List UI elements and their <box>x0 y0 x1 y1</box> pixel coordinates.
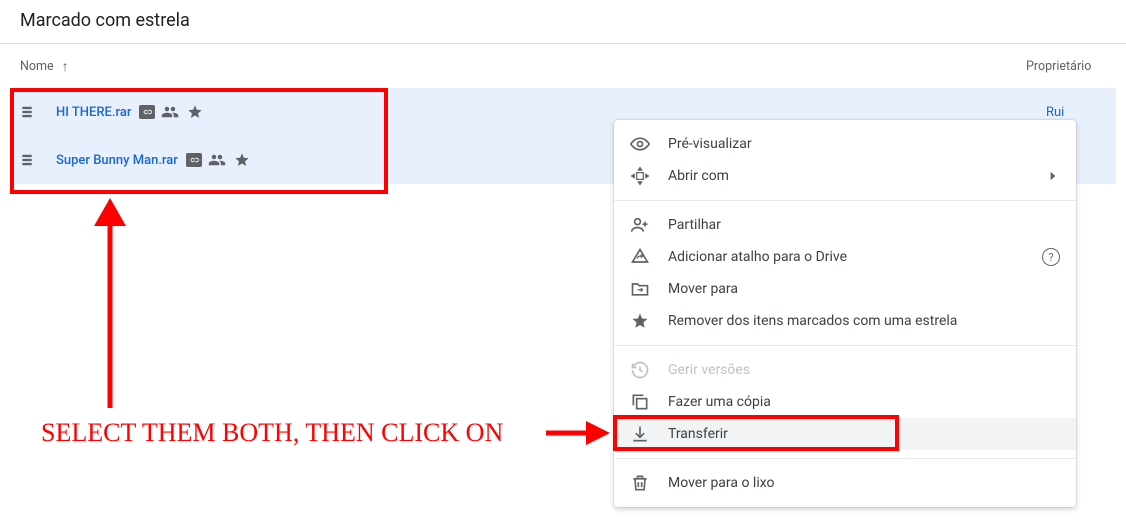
context-menu: Pré-visualizar Abrir com Partilhar Adici… <box>614 120 1076 507</box>
help-icon[interactable]: ? <box>1042 248 1060 266</box>
annotation-arrow-right-icon <box>546 418 610 448</box>
column-name-label: Nome <box>20 59 54 74</box>
annotation-arrow-up-icon <box>80 198 140 408</box>
menu-remove-star[interactable]: Remover dos itens marcados com uma estre… <box>614 305 1076 337</box>
menu-add-shortcut[interactable]: Adicionar atalho para o Drive ? <box>614 241 1076 273</box>
menu-download[interactable]: Transferir <box>614 418 1076 450</box>
column-name-header[interactable]: Nome ↑ <box>20 58 1026 75</box>
menu-label: Adicionar atalho para o Drive <box>668 249 1024 265</box>
menu-move-trash[interactable]: Mover para o lixo <box>614 467 1076 499</box>
menu-move-to[interactable]: Mover para <box>614 273 1076 305</box>
chevron-right-icon <box>1046 169 1060 183</box>
shared-icon <box>161 103 179 121</box>
menu-label: Abrir com <box>668 168 1028 184</box>
menu-make-copy[interactable]: Fazer uma cópia <box>614 386 1076 418</box>
drive-shortcut-icon <box>630 247 650 267</box>
menu-label: Mover para <box>668 281 1060 297</box>
open-with-icon <box>630 166 650 186</box>
file-name: Super Bunny Man.rar <box>56 153 178 168</box>
menu-manage-versions: Gerir versões <box>614 354 1076 386</box>
download-icon <box>630 424 650 444</box>
link-badge-icon <box>186 153 202 167</box>
page-title: Marcado com estrela <box>0 0 1126 43</box>
menu-open-with[interactable]: Abrir com <box>614 160 1076 192</box>
eye-icon <box>630 134 650 154</box>
column-owner-header[interactable]: Proprietário <box>1026 59 1106 74</box>
menu-label: Transferir <box>668 426 1060 442</box>
archive-icon <box>20 105 40 119</box>
shared-icon <box>208 151 226 169</box>
trash-icon <box>630 473 650 493</box>
star-filled-icon <box>630 312 650 330</box>
column-header-row: Nome ↑ Proprietário <box>0 54 1126 78</box>
copy-icon <box>630 392 650 412</box>
menu-label: Partilhar <box>668 217 1060 233</box>
menu-preview[interactable]: Pré-visualizar <box>614 128 1076 160</box>
file-name: HI THERE.rar <box>56 105 131 120</box>
menu-separator <box>614 345 1076 346</box>
link-badge-icon <box>139 105 155 119</box>
star-icon <box>187 104 203 120</box>
person-add-icon <box>630 215 650 235</box>
history-icon <box>630 360 650 380</box>
menu-label: Pré-visualizar <box>668 136 1060 152</box>
menu-separator <box>614 458 1076 459</box>
sort-arrow-up-icon: ↑ <box>62 58 69 75</box>
star-icon <box>234 152 250 168</box>
menu-label: Gerir versões <box>668 362 1060 378</box>
menu-separator <box>614 200 1076 201</box>
menu-share[interactable]: Partilhar <box>614 209 1076 241</box>
header-divider <box>0 43 1126 44</box>
annotation-text: SELECT THEM BOTH, THEN CLICK ON <box>41 418 503 448</box>
menu-label: Fazer uma cópia <box>668 394 1060 410</box>
menu-label: Remover dos itens marcados com uma estre… <box>668 313 1060 329</box>
archive-icon <box>20 153 40 167</box>
menu-label: Mover para o lixo <box>668 475 1060 491</box>
file-owner: Rui <box>1046 105 1106 120</box>
move-folder-icon <box>630 279 650 299</box>
